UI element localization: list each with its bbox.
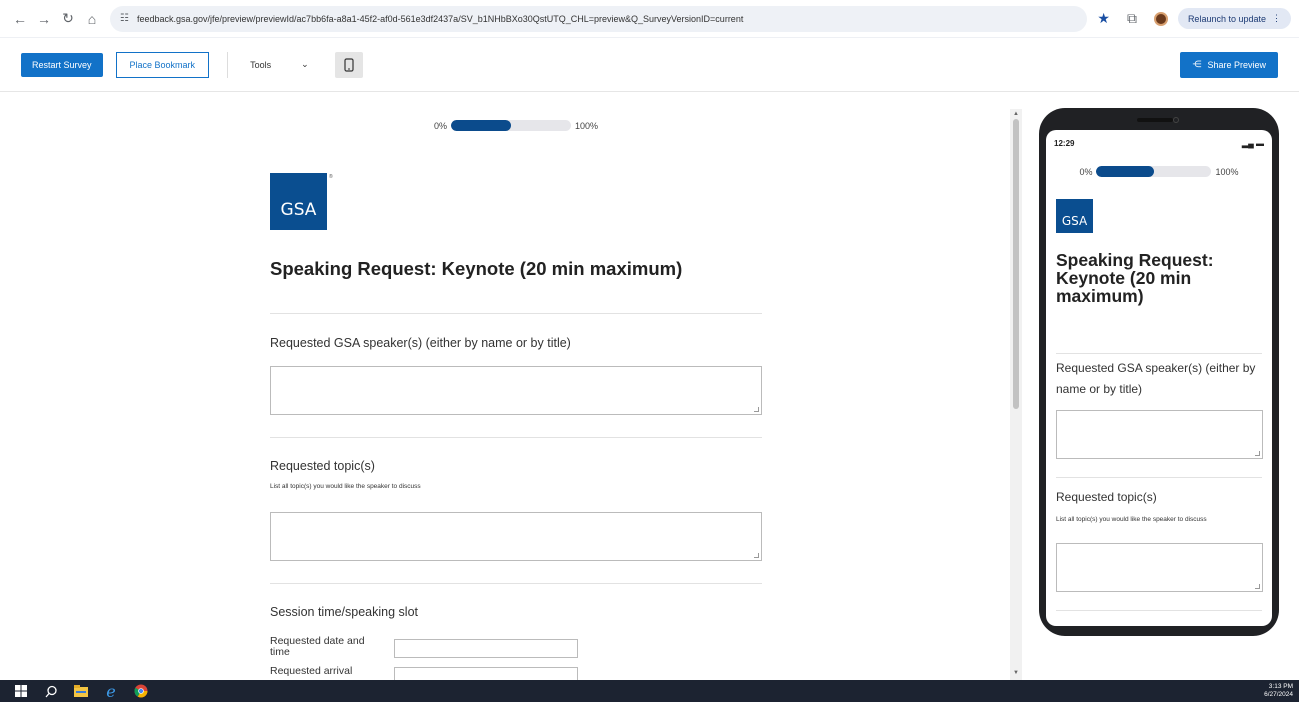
toolbar-divider <box>227 51 229 78</box>
place-bookmark-button[interactable]: Place Bookmark <box>115 51 210 78</box>
registered-mark-icon: ® <box>329 174 333 180</box>
progress-end: 100% <box>574 120 599 131</box>
mobile-question-divider <box>1056 610 1262 611</box>
site-info-icon[interactable]: ☷ <box>120 13 129 24</box>
windows-taskbar: e 3:13 PM 6/27/2024 <box>0 680 1299 702</box>
chrome-icon[interactable] <box>133 683 149 699</box>
topic-textarea[interactable] <box>270 512 762 561</box>
mobile-survey-title: Speaking Request: Keynote (20 min maximu… <box>1056 250 1214 306</box>
tools-dropdown[interactable]: Tools ⌄ <box>250 59 309 70</box>
mobile-view-toggle[interactable] <box>334 51 363 78</box>
requested-date-label: Requested date and time <box>270 635 365 658</box>
windows-start-icon[interactable] <box>13 683 29 699</box>
gsa-logo-text: GSA <box>280 200 317 220</box>
question-speaker-label: Requested GSA speaker(s) (either by name… <box>270 336 571 350</box>
resize-handle-icon[interactable] <box>754 553 759 558</box>
question-topic-label: Requested topic(s) <box>270 459 375 473</box>
system-clock[interactable]: 3:13 PM 6/27/2024 <box>1264 683 1293 699</box>
mobile-phone-icon <box>344 57 354 72</box>
mobile-gsa-logo-text: GSA <box>1061 214 1088 228</box>
mobile-preview-frame: 12:29 ▂▄ ▬ 0% 100% GSA Speaking Request:… <box>1039 108 1279 636</box>
mobile-question-topic-label: Requested topic(s) <box>1056 490 1157 504</box>
restart-survey-button[interactable]: Restart Survey <box>21 52 103 77</box>
share-preview-button[interactable]: ⋲ Share Preview <box>1180 51 1278 78</box>
question-divider <box>270 437 762 438</box>
requested-arrival-input[interactable] <box>394 667 578 680</box>
phone-time: 12:29 <box>1054 139 1075 148</box>
mobile-progress-bar <box>1096 166 1212 177</box>
phone-status-bar: 12:29 ▂▄ ▬ <box>1054 139 1264 148</box>
survey-preview-desktop: 0% 100% GSA ® Speaking Request: Keynote … <box>0 93 1010 680</box>
profile-avatar[interactable] <box>1153 11 1168 26</box>
mobile-question-divider <box>1056 477 1262 478</box>
more-menu-icon[interactable]: ⋮ <box>1272 13 1281 24</box>
mobile-progress-fill <box>1096 166 1154 177</box>
url-text: feedback.gsa.gov/jfe/preview/previewId/a… <box>136 13 744 24</box>
tools-label: Tools <box>250 59 272 70</box>
browser-actions: ★ ⧉ Relaunch to update ⋮ <box>1097 7 1291 31</box>
preview-toolbar: Restart Survey Place Bookmark Tools ⌄ ⋲ … <box>0 38 1299 92</box>
clock-date: 6/27/2024 <box>1264 691 1293 698</box>
phone-speaker <box>1137 118 1173 122</box>
scroll-down-icon[interactable]: ▼ <box>1013 670 1019 676</box>
mobile-question-speaker-label: Requested GSA speaker(s) (either by name… <box>1056 361 1256 396</box>
question-divider <box>270 313 762 314</box>
mobile-progress-start: 0% <box>1079 166 1093 177</box>
mobile-topic-textarea[interactable] <box>1056 543 1263 592</box>
extensions-icon[interactable]: ⧉ <box>1120 7 1144 31</box>
resize-handle-icon[interactable] <box>1255 451 1260 456</box>
resize-handle-icon[interactable] <box>1255 584 1260 589</box>
home-icon[interactable]: ⌂ <box>80 7 104 31</box>
mobile-question-divider <box>1056 353 1262 354</box>
requested-date-input[interactable] <box>394 639 578 658</box>
scroll-up-icon[interactable]: ▲ <box>1013 111 1019 117</box>
progress-fill <box>450 120 511 131</box>
mobile-question-topic-description: List all topic(s) you would like the spe… <box>1056 516 1207 523</box>
mobile-speaker-textarea[interactable] <box>1056 410 1263 459</box>
share-preview-label: Share Preview <box>1207 59 1266 70</box>
file-explorer-icon[interactable] <box>73 683 89 699</box>
chevron-down-icon: ⌄ <box>301 59 309 69</box>
progress-bar <box>450 120 571 131</box>
clock-time: 3:13 PM <box>1268 683 1293 690</box>
question-topic-description: List all topic(s) you would like the spe… <box>270 483 421 490</box>
survey-title: Speaking Request: Keynote (20 min maximu… <box>270 258 683 279</box>
address-bar[interactable]: ☷ feedback.gsa.gov/jfe/preview/previewId… <box>110 5 1088 32</box>
gsa-logo: GSA <box>270 173 327 230</box>
mobile-progress-end: 100% <box>1215 166 1239 177</box>
reload-icon[interactable]: ↻ <box>56 7 80 31</box>
browser-toolbar: ← → ↻ ⌂ ☷ feedback.gsa.gov/jfe/preview/p… <box>0 0 1299 38</box>
search-icon[interactable] <box>43 683 59 699</box>
requested-arrival-label: Requested arrival <box>270 665 353 677</box>
bookmark-star-icon[interactable]: ★ <box>1097 10 1110 27</box>
progress-indicator: 0% 100% <box>270 120 762 131</box>
mobile-gsa-logo: GSA <box>1056 199 1093 233</box>
question-session-label: Session time/speaking slot <box>270 605 418 619</box>
resize-handle-icon[interactable] <box>754 407 759 412</box>
question-divider <box>270 583 762 584</box>
mobile-preview-screen: 12:29 ▂▄ ▬ 0% 100% GSA Speaking Request:… <box>1046 130 1272 626</box>
relaunch-button[interactable]: Relaunch to update ⋮ <box>1177 8 1291 29</box>
mobile-progress-indicator: 0% 100% <box>1046 166 1272 177</box>
scrollbar-thumb[interactable] <box>1013 119 1019 409</box>
phone-camera <box>1173 117 1179 123</box>
share-icon: ⋲ <box>1192 59 1202 69</box>
preview-scrollbar[interactable]: ▲ ▼ <box>1010 109 1022 680</box>
signal-battery-icon: ▂▄ ▬ <box>1241 139 1264 148</box>
speaker-textarea[interactable] <box>270 366 762 415</box>
relaunch-label: Relaunch to update <box>1187 13 1266 24</box>
back-icon[interactable]: ← <box>8 7 32 31</box>
forward-icon[interactable]: → <box>32 7 56 31</box>
progress-start: 0% <box>433 120 447 131</box>
internet-explorer-icon[interactable]: e <box>103 682 119 701</box>
